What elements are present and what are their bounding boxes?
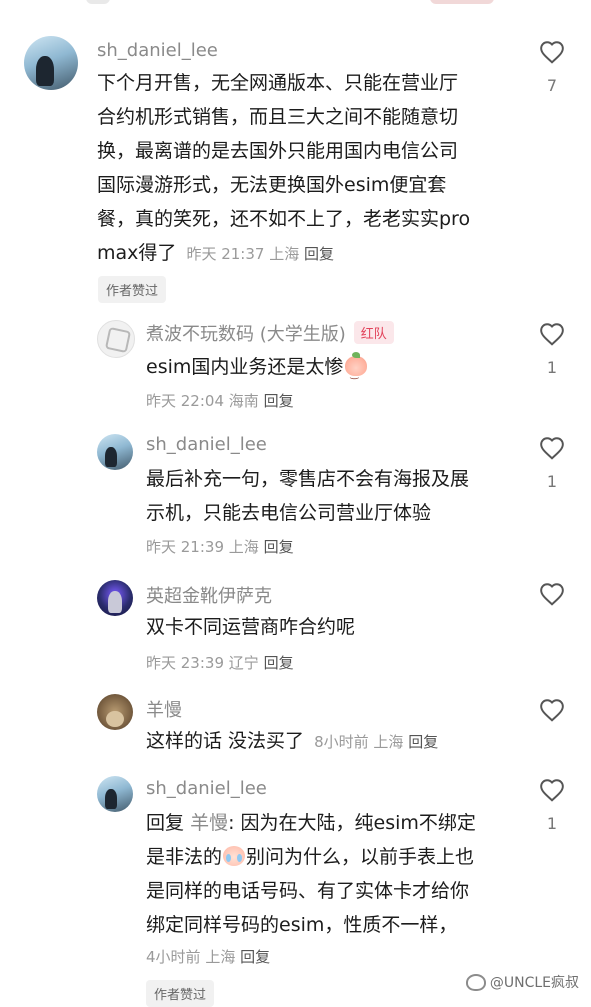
comment-meta: 8小时前 上海 回复 <box>314 733 438 751</box>
avatar-figure <box>106 710 124 728</box>
avatar-figure <box>107 590 123 614</box>
heart-icon <box>540 583 564 606</box>
comment-username[interactable]: sh_daniel_lee <box>146 778 267 799</box>
comment-text-line: 换，最离谱的是去国外只能用国内电信公司 <box>97 140 459 162</box>
comment-text-content: 是非法的 <box>146 846 223 868</box>
comment-location: 上海 <box>205 948 236 966</box>
comment-text-line: 餐，真的笑死，还不如不上了，老老实实pro <box>97 208 471 230</box>
comment-username[interactable]: 煮波不玩数码 (大学生版) 红队 <box>146 320 394 346</box>
comment-time: 昨天 21:39 <box>146 538 224 556</box>
crying-face-icon <box>223 846 246 866</box>
reply-button[interactable]: 回复 <box>264 654 294 672</box>
avatar[interactable] <box>97 320 135 358</box>
avatar-logo <box>104 326 132 354</box>
comment-meta: 昨天 21:39 上海 回复 <box>146 536 294 557</box>
reply-button[interactable]: 回复 <box>240 948 270 966</box>
reply-button[interactable]: 回复 <box>264 538 294 556</box>
comment-username-text: 煮波不玩数码 (大学生版) <box>146 324 346 345</box>
like-count: 1 <box>546 472 558 491</box>
comment-username[interactable]: 羊慢 <box>146 696 182 722</box>
comment-time: 昨天 23:39 <box>146 654 224 672</box>
comment-text-line: 示机，只能去电信公司营业厅体验 <box>146 502 432 524</box>
like-button[interactable]: 7 <box>537 40 567 95</box>
avatar[interactable] <box>97 434 133 470</box>
heart-icon <box>540 41 564 64</box>
comment-time: 8小时前 <box>314 733 369 751</box>
previous-button-edge <box>86 0 110 4</box>
comment-time: 4小时前 <box>146 948 201 966</box>
comment-location: 辽宁 <box>228 654 259 672</box>
comment-text-content: 这样的话 没法买了 <box>146 730 305 752</box>
comment-text-last-line: max得了 昨天 21:37 上海 回复 <box>97 236 470 271</box>
previous-badge-edge <box>430 0 494 4</box>
like-button[interactable] <box>537 698 567 722</box>
comment-text-line: 回复 羊慢: 因为在大陆，纯esim不绑定 <box>146 806 476 840</box>
like-button[interactable]: 1 <box>537 322 567 377</box>
heart-icon <box>540 323 564 346</box>
like-count: 7 <box>546 76 558 95</box>
team-badge: 红队 <box>353 321 394 344</box>
comment-meta: 昨天 23:39 辽宁 回复 <box>146 652 294 673</box>
comment-text-line: 绑定同样号码的esim，性质不一样， <box>146 914 458 936</box>
avatar-figure <box>35 56 55 86</box>
peach-face-icon <box>345 352 368 392</box>
comment-text: 双卡不同运营商咋合约呢 <box>146 616 356 638</box>
reply-button[interactable]: 回复 <box>304 245 334 263</box>
comment-text: 这样的话 没法买了 8小时前 上海 回复 <box>146 724 438 759</box>
previous-content-edge <box>0 0 591 14</box>
like-count: 1 <box>546 358 558 377</box>
author-liked-badge: 作者赞过 <box>98 276 167 303</box>
comment-text-content: esim国内业务还是太惨 <box>146 356 344 378</box>
avatar[interactable] <box>97 694 133 730</box>
comment-location: 上海 <box>228 538 259 556</box>
comment-text-line: 最后补充一句，零售店不会有海报及展 <box>146 468 470 490</box>
comment-username[interactable]: 英超金靴伊萨克 <box>146 582 272 608</box>
heart-icon <box>540 779 564 802</box>
comment-text-line: 是非法的 别问为什么，以前手表上也 <box>146 840 476 874</box>
author-liked-badge: 作者赞过 <box>146 980 215 1007</box>
comment-time: 昨天 21:37 <box>186 245 265 263</box>
comment-location: 海南 <box>228 392 259 410</box>
like-count: 1 <box>546 814 558 833</box>
comment-location: 上海 <box>373 733 404 751</box>
avatar[interactable] <box>97 580 133 616</box>
like-button[interactable]: 1 <box>537 436 567 491</box>
comment-time: 昨天 22:04 <box>146 392 224 410</box>
avatar-figure <box>104 789 118 810</box>
like-button[interactable]: 1 <box>537 778 567 833</box>
avatar[interactable] <box>97 776 133 812</box>
comment-text-content: : 因为在大陆，纯esim不绑定 <box>228 812 476 834</box>
comment-meta: 4小时前 上海 回复 <box>146 946 270 967</box>
comment-text: 最后补充一句，零售店不会有海报及展 示机，只能去电信公司营业厅体验 <box>146 462 469 530</box>
watermark-text: @UNCLE疯叔 <box>489 975 579 991</box>
like-button[interactable] <box>537 582 567 606</box>
comment-text-line: max得了 <box>97 242 177 264</box>
reply-prefix: 回复 <box>146 812 185 834</box>
reply-button[interactable]: 回复 <box>408 733 438 751</box>
avatar-figure <box>104 447 118 468</box>
comment-text: 回复 羊慢: 因为在大陆，纯esim不绑定 是非法的 别问为什么，以前手表上也 是… <box>146 806 476 942</box>
comment-text-line: 下个月开售，无全网通版本、只能在营业厅 <box>97 72 459 94</box>
comment-text-line: 是同样的电话号码、有了实体卡才给你 <box>146 880 470 902</box>
comment-meta: 昨天 21:37 上海 回复 <box>186 245 334 263</box>
reply-to-username[interactable]: 羊慢 <box>190 812 228 834</box>
watermark: @UNCLE疯叔 <box>465 972 579 992</box>
comment-text-content: 别问为什么，以前手表上也 <box>246 846 475 868</box>
weibo-icon <box>465 973 486 991</box>
comment-text-line: 合约机形式销售，而且三大之间不能随意切 <box>97 106 459 128</box>
comment-location: 上海 <box>269 245 300 263</box>
comment-username[interactable]: sh_daniel_lee <box>146 434 267 455</box>
reply-button[interactable]: 回复 <box>264 392 294 410</box>
comment-text: 下个月开售，无全网通版本、只能在营业厅 合约机形式销售，而且三大之间不能随意切 … <box>97 66 470 271</box>
comment-text: esim国内业务还是太惨 <box>146 350 368 392</box>
comment-text-line: 国际漫游形式，无法更换国外esim便宜套 <box>97 174 447 196</box>
avatar[interactable] <box>24 36 78 90</box>
comment-meta: 昨天 22:04 海南 回复 <box>146 390 294 411</box>
heart-icon <box>540 437 564 460</box>
comment-username[interactable]: sh_daniel_lee <box>97 40 218 61</box>
heart-icon <box>540 699 564 722</box>
